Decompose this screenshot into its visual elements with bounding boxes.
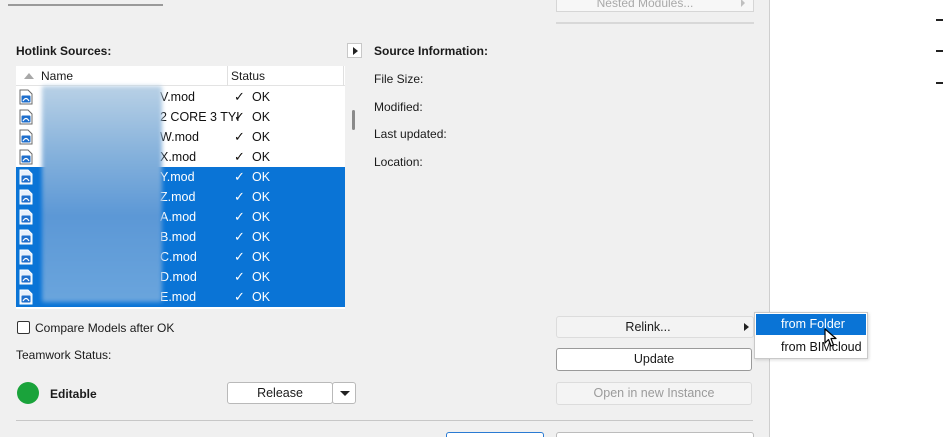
row-status: OK bbox=[252, 150, 271, 164]
row-status: OK bbox=[252, 190, 271, 204]
hotlink-sources-title: Hotlink Sources: bbox=[16, 44, 112, 58]
row-name: X.mod bbox=[160, 150, 197, 164]
update-button[interactable]: Update bbox=[556, 348, 752, 371]
row-name: A.mod bbox=[160, 210, 197, 224]
compare-models-label[interactable]: Compare Models after OK bbox=[35, 321, 174, 335]
module-file-icon bbox=[19, 209, 33, 225]
chevron-down-icon bbox=[340, 391, 350, 396]
relink-label: Relink... bbox=[625, 320, 671, 334]
list-header: Name Status bbox=[16, 66, 345, 86]
row-status: OK bbox=[252, 290, 271, 304]
checkmark-icon: ✓ bbox=[234, 269, 245, 284]
row-status: OK bbox=[252, 130, 271, 144]
column-divider[interactable] bbox=[343, 66, 344, 86]
relink-submenu: from Folder from BIMcloud bbox=[754, 312, 868, 359]
module-file-icon bbox=[19, 269, 33, 285]
modified-label: Modified: bbox=[374, 100, 423, 114]
row-status: OK bbox=[252, 250, 271, 264]
teamwork-status-label: Teamwork Status: bbox=[16, 348, 112, 362]
row-name: Z.mod bbox=[160, 190, 196, 204]
column-header-name[interactable]: Name bbox=[41, 69, 73, 83]
checkmark-icon: ✓ bbox=[234, 189, 245, 204]
checkmark-icon: ✓ bbox=[234, 129, 245, 144]
module-file-icon bbox=[19, 149, 33, 165]
release-button[interactable]: Release bbox=[227, 382, 333, 404]
checkmark-icon: ✓ bbox=[234, 289, 245, 304]
menu-item-from-folder[interactable]: from Folder bbox=[756, 314, 866, 335]
chevron-right-icon bbox=[741, 0, 745, 7]
redacted-names-overlay bbox=[42, 86, 162, 302]
open-in-new-instance-button[interactable]: Open in new Instance bbox=[556, 382, 752, 405]
last-updated-label: Last updated: bbox=[374, 127, 447, 141]
module-file-icon bbox=[19, 169, 33, 185]
row-name: 2 CORE 3 TYI bbox=[160, 110, 240, 124]
menu-item-from-bimcloud[interactable]: from BIMcloud bbox=[756, 337, 866, 358]
top-divider bbox=[556, 22, 754, 24]
module-file-icon bbox=[19, 109, 33, 125]
background-dash bbox=[936, 82, 943, 84]
relink-button[interactable]: Relink... bbox=[556, 316, 754, 338]
module-file-icon bbox=[19, 189, 33, 205]
row-status: OK bbox=[252, 230, 271, 244]
editable-status-icon bbox=[17, 382, 39, 404]
dialog-primary-button[interactable] bbox=[446, 432, 544, 437]
checkmark-icon: ✓ bbox=[234, 169, 245, 184]
row-status: OK bbox=[252, 110, 271, 124]
checkmark-icon: ✓ bbox=[234, 229, 245, 244]
file-size-label: File Size: bbox=[374, 72, 424, 86]
nested-modules-label: Nested Modules... bbox=[596, 0, 694, 10]
list-scrollbar[interactable] bbox=[352, 110, 355, 130]
hotlink-manager-dialog: Nested Modules... Hotlink Sources: Sourc… bbox=[0, 0, 770, 437]
checkmark-icon: ✓ bbox=[234, 249, 245, 264]
sort-ascending-icon[interactable] bbox=[24, 73, 34, 79]
row-name: B.mod bbox=[160, 230, 197, 244]
checkmark-icon: ✓ bbox=[234, 109, 245, 124]
location-label: Location: bbox=[374, 155, 423, 169]
row-name: E.mod bbox=[160, 290, 197, 304]
checkmark-icon: ✓ bbox=[234, 209, 245, 224]
table-row[interactable] bbox=[16, 307, 345, 309]
chevron-right-icon bbox=[744, 323, 749, 331]
row-name: V.mod bbox=[160, 90, 195, 104]
nested-modules-button[interactable]: Nested Modules... bbox=[556, 0, 754, 12]
background-dash bbox=[936, 19, 943, 21]
module-file-icon bbox=[19, 89, 33, 105]
row-status: OK bbox=[252, 270, 271, 284]
dialog-secondary-button[interactable] bbox=[556, 432, 754, 437]
background-dash bbox=[936, 50, 943, 52]
module-file-icon bbox=[19, 249, 33, 265]
row-name: D.mod bbox=[160, 270, 197, 284]
row-status: OK bbox=[252, 90, 271, 104]
row-name: W.mod bbox=[160, 130, 199, 144]
tab-underline bbox=[8, 4, 163, 6]
checkmark-icon: ✓ bbox=[234, 89, 245, 104]
toggle-info-panel-button[interactable] bbox=[347, 43, 362, 58]
checkmark-icon: ✓ bbox=[234, 149, 245, 164]
play-arrow-icon bbox=[353, 47, 358, 55]
mouse-cursor-icon bbox=[824, 328, 837, 347]
row-status: OK bbox=[252, 170, 271, 184]
bottom-divider bbox=[16, 420, 753, 421]
source-information-title: Source Information: bbox=[374, 44, 489, 58]
module-file-icon bbox=[19, 229, 33, 245]
column-divider[interactable] bbox=[227, 66, 228, 86]
teamwork-status-value: Editable bbox=[50, 387, 97, 401]
row-name: Y.mod bbox=[160, 170, 195, 184]
row-name: C.mod bbox=[160, 250, 197, 264]
module-file-icon bbox=[19, 129, 33, 145]
module-file-icon bbox=[19, 289, 33, 305]
compare-models-checkbox[interactable] bbox=[17, 321, 30, 334]
row-status: OK bbox=[252, 210, 271, 224]
column-header-status[interactable]: Status bbox=[231, 69, 265, 83]
release-dropdown-button[interactable] bbox=[332, 382, 356, 404]
